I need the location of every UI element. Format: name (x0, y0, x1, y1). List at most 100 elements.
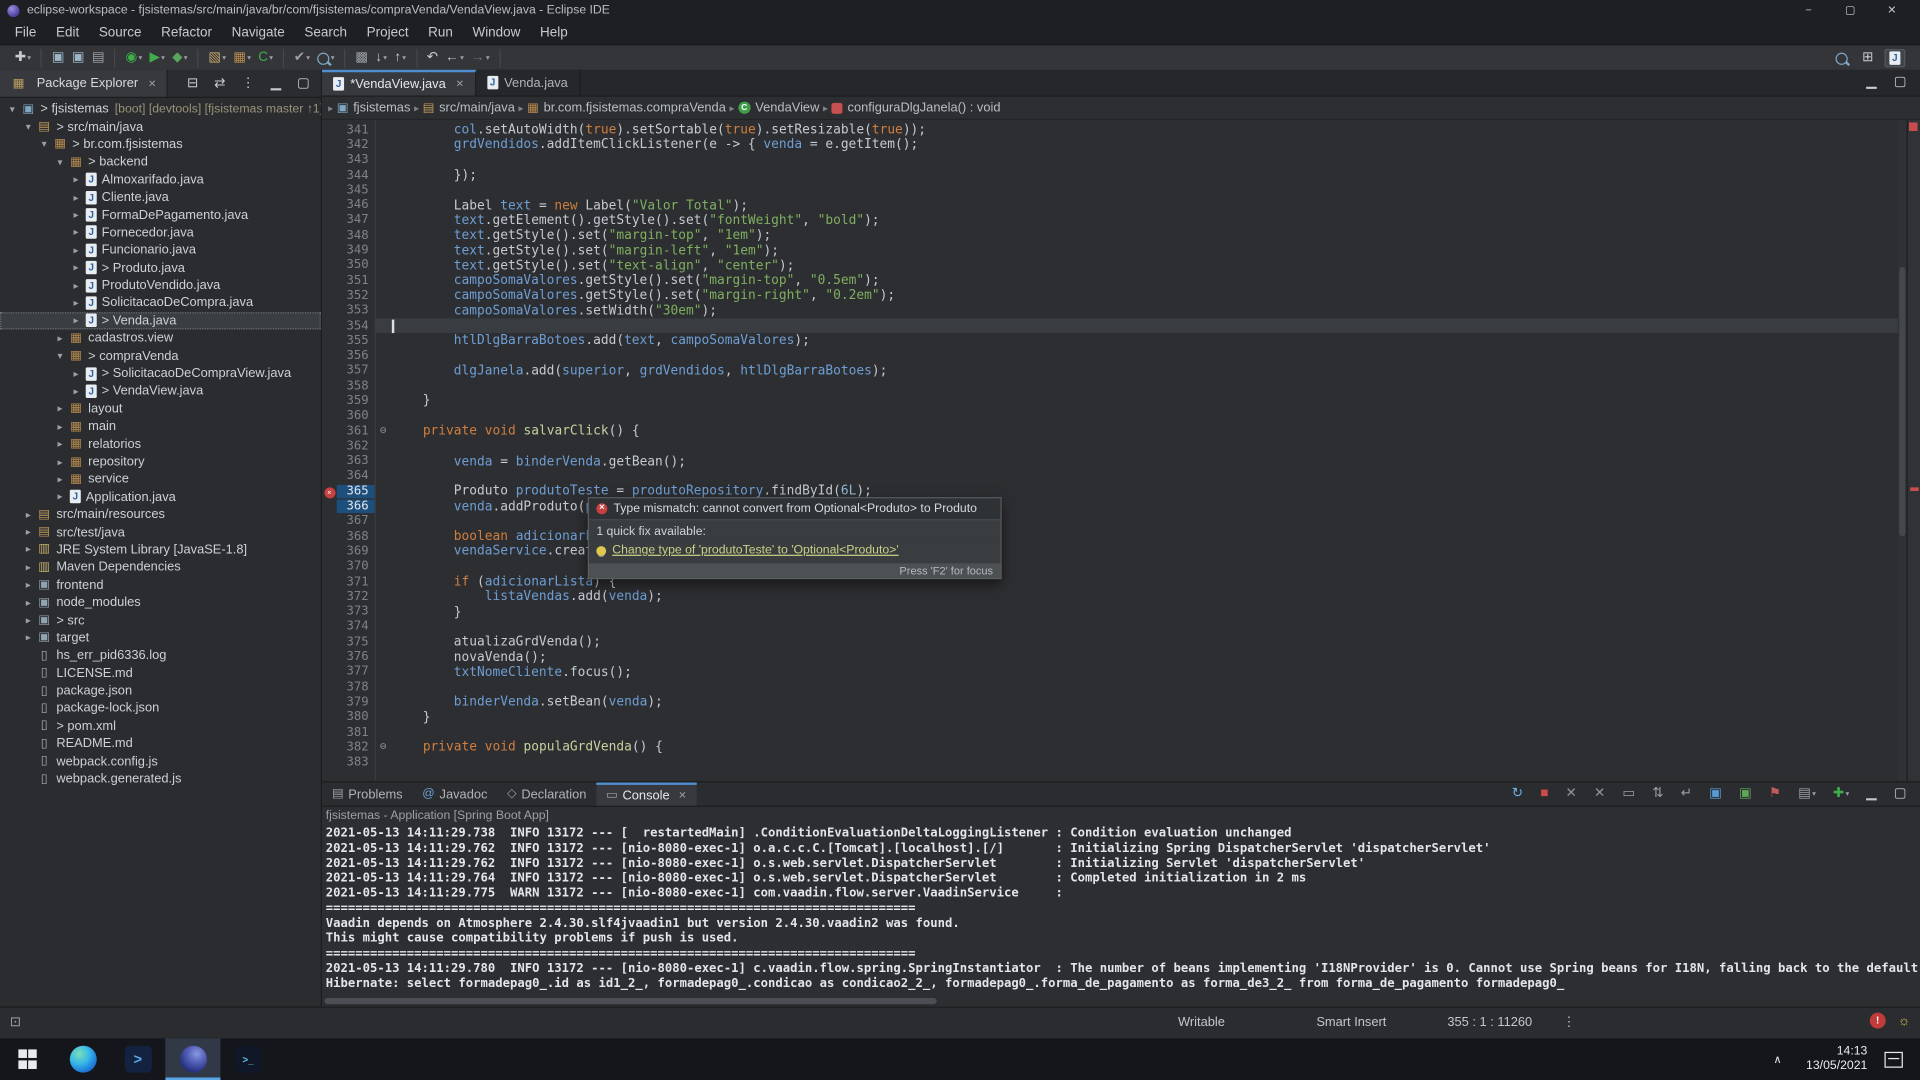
tree-item[interactable]: ▾▤> src/main/java (0, 118, 321, 136)
code-line[interactable]: 352 campoSomaValores.getStyle().set("mar… (322, 288, 1920, 303)
close-view-icon[interactable]: ✕ (148, 78, 156, 89)
expand-arrow-icon[interactable]: ▸ (69, 262, 84, 273)
menu-help[interactable]: Help (530, 23, 577, 43)
show-stdout-when-changed-icon[interactable]: ▣ (1705, 786, 1725, 802)
line-number[interactable]: 365 (337, 485, 375, 498)
expand-arrow-icon[interactable]: ▸ (21, 615, 36, 626)
line-number[interactable]: 353 (337, 304, 375, 317)
clear-console-icon[interactable]: ▭ (1619, 786, 1639, 802)
line-number[interactable]: 371 (337, 575, 375, 588)
console-output[interactable]: fjsistemas - Application [Spring Boot Ap… (322, 807, 1920, 1007)
maximize-view-icon[interactable]: ▢ (1890, 786, 1910, 802)
editor-tab[interactable]: J*VendaView.java✕ (322, 70, 476, 96)
taskbar-code-app-icon[interactable]: > (110, 1038, 165, 1080)
line-number[interactable]: 360 (337, 409, 375, 422)
tree-item[interactable]: ▯> pom.xml (0, 717, 321, 735)
tree-item[interactable]: ▸▦service (0, 470, 321, 488)
pin-console-icon[interactable]: ⚑ (1765, 786, 1784, 802)
line-number[interactable]: 346 (337, 199, 375, 212)
maximize-view-icon[interactable]: ▢ (293, 75, 313, 91)
expand-arrow-icon[interactable]: ▸ (69, 386, 84, 397)
new-java-class-icon[interactable]: C▾ (255, 50, 277, 66)
line-number[interactable]: 348 (337, 229, 375, 242)
console-tab-javadoc[interactable]: @Javadoc (412, 782, 497, 805)
code-line[interactable]: 363 venda = binderVenda.getBean(); (322, 454, 1920, 469)
show-stderr-when-changed-icon[interactable]: ▣ (1735, 786, 1755, 802)
expand-arrow-icon[interactable]: ▾ (5, 104, 20, 115)
code-line[interactable]: ✕365 Produto produtoTeste = produtoRepos… (322, 484, 1920, 499)
expand-arrow-icon[interactable]: ▸ (53, 456, 68, 467)
expand-arrow-icon[interactable]: ▸ (21, 527, 36, 538)
view-menu-icon[interactable]: ⋮ (238, 75, 259, 91)
line-number[interactable]: 368 (337, 530, 375, 543)
code-line[interactable]: 356 (322, 348, 1920, 363)
tree-item[interactable]: ▸▥Maven Dependencies (0, 559, 321, 577)
tree-item[interactable]: ▾▣> fjsistemas[boot] [devtools] [fjsiste… (0, 100, 321, 118)
breadcrumb-item[interactable]: configuraDlgJanela() : void (832, 100, 1001, 115)
tips-icon[interactable]: ☼ (1898, 1013, 1910, 1028)
minimize-view-icon[interactable]: ▁ (1863, 75, 1881, 91)
line-number[interactable]: 370 (337, 560, 375, 573)
line-number[interactable]: 341 (337, 123, 375, 136)
tree-item[interactable]: ▸JProdutoVendido.java (0, 277, 321, 295)
line-number[interactable]: 376 (337, 650, 375, 663)
expand-arrow-icon[interactable]: ▸ (21, 562, 36, 573)
close-tab-icon[interactable]: ✕ (456, 78, 464, 89)
line-number[interactable]: 380 (337, 710, 375, 723)
code-line[interactable]: 354 (322, 318, 1920, 333)
taskbar-eclipse-icon[interactable] (165, 1038, 220, 1080)
open-task-icon[interactable]: ✔▾ (290, 50, 314, 66)
tree-item[interactable]: ▸▣node_modules (0, 594, 321, 612)
tree-item[interactable]: ▸J> Venda.java (0, 312, 321, 330)
code-line[interactable]: 343 (322, 153, 1920, 168)
tree-item[interactable]: ▸JAlmoxarifado.java (0, 171, 321, 189)
expand-arrow-icon[interactable]: ▸ (69, 245, 84, 256)
quickfix-link[interactable]: Change type of 'produtoTeste' to 'Option… (612, 544, 898, 557)
tree-item[interactable]: ▸JApplication.java (0, 488, 321, 506)
expand-arrow-icon[interactable]: ▸ (21, 544, 36, 555)
action-center-icon[interactable] (1884, 1051, 1902, 1067)
expand-arrow-icon[interactable]: ▸ (69, 298, 84, 309)
taskbar-clock[interactable]: 14:13 13/05/2021 (1794, 1044, 1880, 1073)
minimize-view-icon[interactable]: ▁ (267, 75, 285, 91)
editor-scrollbar[interactable] (1898, 120, 1907, 781)
save-all-icon[interactable]: ▣ (68, 50, 88, 66)
fold-marker-icon[interactable]: ⊖ (375, 741, 392, 753)
breadcrumb-item[interactable]: ▣fjsistemas (337, 100, 411, 115)
code-line[interactable]: 362 (322, 439, 1920, 454)
code-line[interactable]: 347 text.getElement().getStyle().set("fo… (322, 213, 1920, 228)
line-number[interactable]: 349 (337, 244, 375, 257)
code-line[interactable]: 382⊖ private void populaGrdVenda() { (322, 740, 1920, 755)
line-number[interactable]: 378 (337, 680, 375, 693)
line-number[interactable]: 381 (337, 726, 375, 739)
line-number[interactable]: 354 (337, 319, 375, 332)
line-number[interactable]: 356 (337, 349, 375, 362)
line-number[interactable]: 383 (337, 756, 375, 769)
line-number[interactable]: 355 (337, 334, 375, 347)
code-line[interactable]: 350 text.getStyle().set("text-align", "c… (322, 258, 1920, 273)
line-number[interactable]: 367 (337, 515, 375, 528)
scroll-lock-icon[interactable]: ⇅ (1649, 786, 1668, 802)
debug-icon[interactable]: ◆▾ (168, 50, 191, 66)
tree-item[interactable]: ▸▦relatorios (0, 435, 321, 453)
tree-item[interactable]: ▸▣frontend (0, 576, 321, 594)
expand-arrow-icon[interactable]: ▸ (69, 315, 84, 326)
start-button[interactable] (0, 1038, 55, 1080)
code-line[interactable]: 348 text.getStyle().set("margin-top", "1… (322, 228, 1920, 243)
line-number[interactable]: 374 (337, 620, 375, 633)
code-line[interactable]: 370 (322, 559, 1920, 574)
code-line[interactable]: 346 Label text = new Label("Valor Total"… (322, 198, 1920, 213)
line-number[interactable]: 358 (337, 379, 375, 392)
console-tab-problems[interactable]: ▤Problems (322, 782, 412, 805)
next-annotation-icon[interactable]: ↓▾ (372, 50, 391, 66)
line-number[interactable]: 359 (337, 394, 375, 407)
expand-arrow-icon[interactable]: ▸ (69, 192, 84, 203)
tree-item[interactable]: ▸▦cadastros.view (0, 329, 321, 347)
tree-item[interactable]: ▯package.json (0, 682, 321, 700)
coverage-icon[interactable]: ◉▾ (122, 50, 146, 66)
line-number[interactable]: 372 (337, 590, 375, 603)
breadcrumb-item[interactable]: ▦br.com.fjsistemas.compraVenda (527, 100, 726, 115)
code-line[interactable]: 368 boolean adicionarLista (322, 529, 1920, 544)
line-number[interactable]: 366 (337, 500, 375, 513)
quick-access-search-icon[interactable] (1832, 51, 1852, 66)
